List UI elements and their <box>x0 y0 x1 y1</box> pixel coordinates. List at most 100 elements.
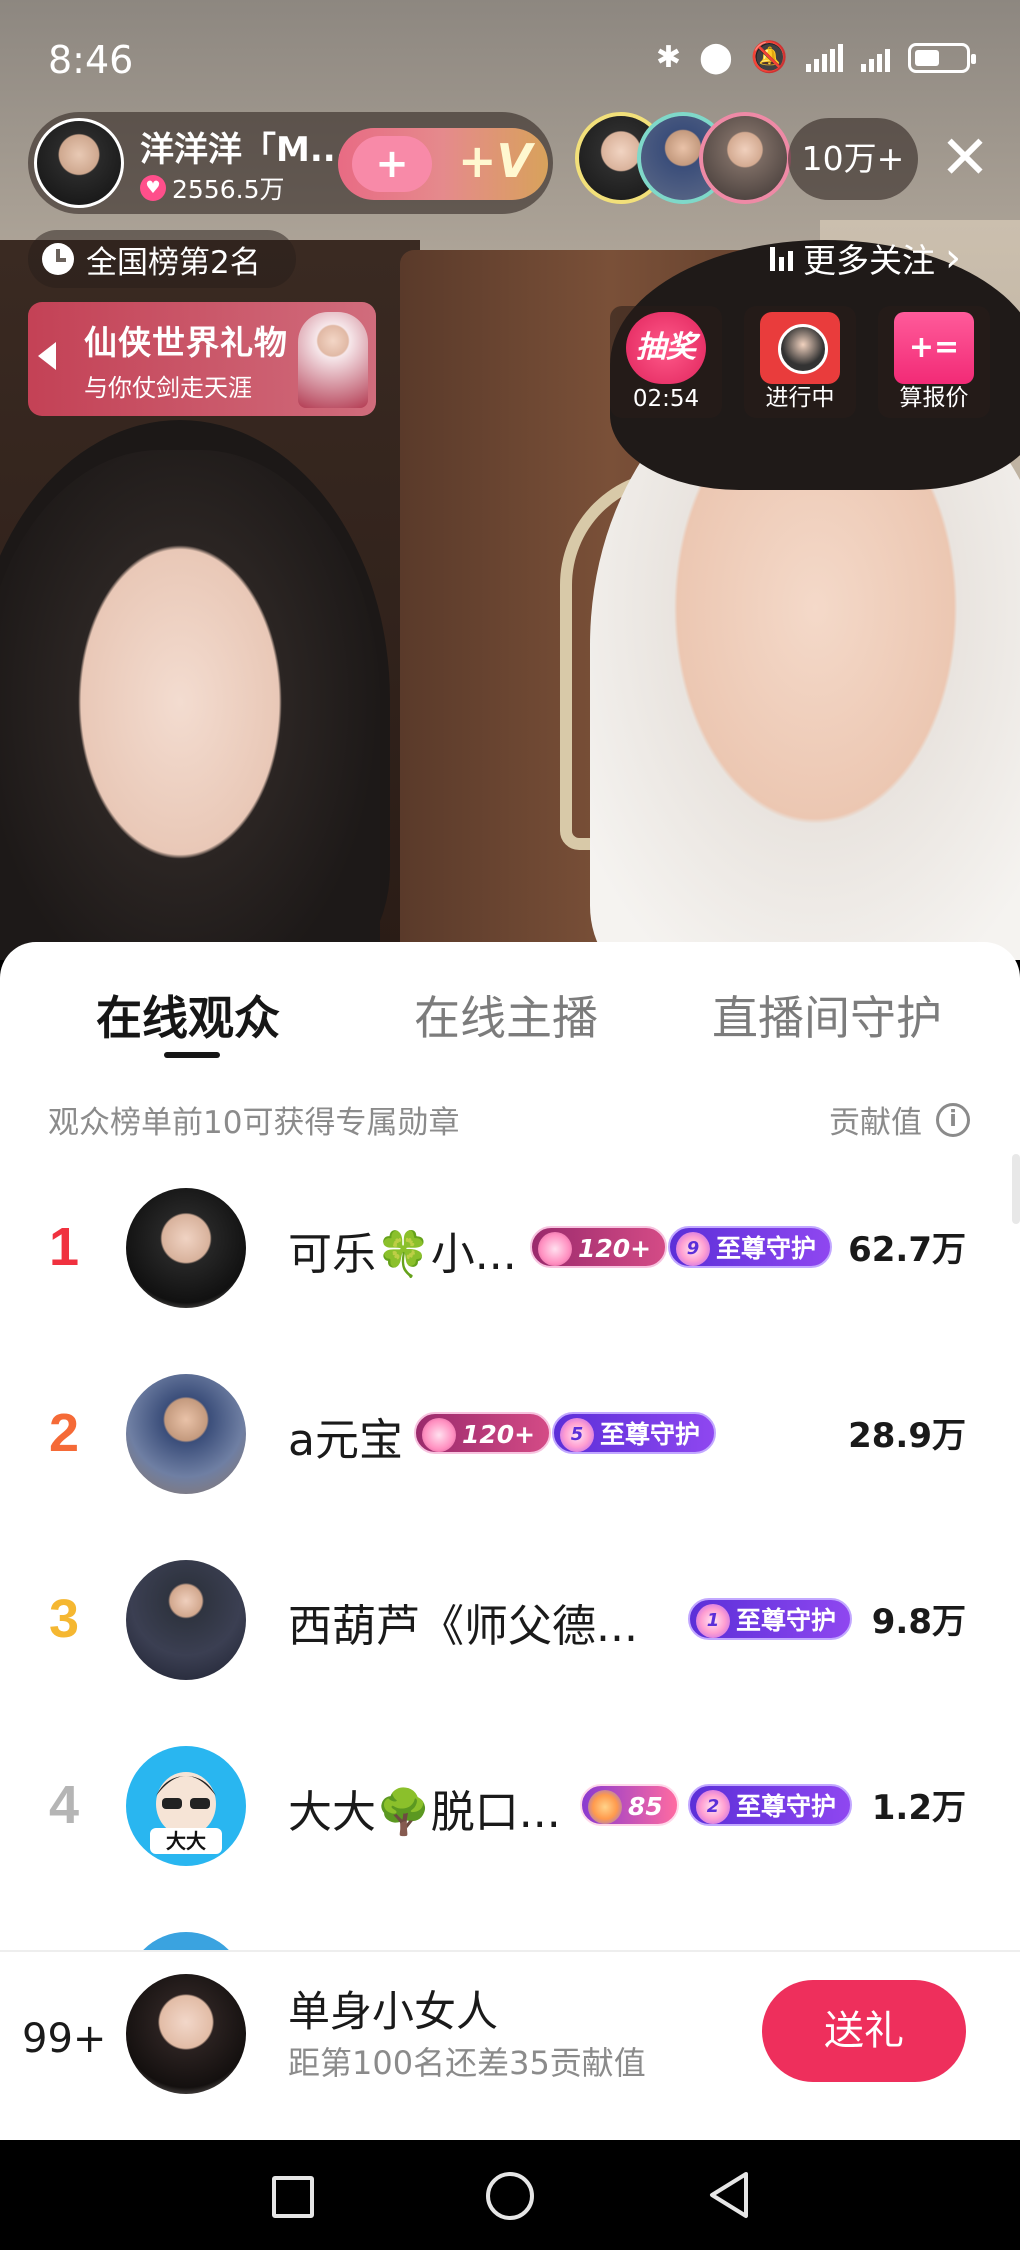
avatar[interactable] <box>126 1374 246 1494</box>
signal-icon-2 <box>861 44 890 72</box>
guard-shield-icon: 2 <box>696 1790 730 1824</box>
my-rank-gap: 距第100名还差35贡献值 <box>288 2044 646 2082</box>
home-icon[interactable] <box>486 2172 534 2220</box>
level-gem-icon <box>588 1790 622 1824</box>
level-value: 85 <box>628 1792 663 1821</box>
more-follow-button[interactable]: 更多关注 › <box>770 234 961 282</box>
pk-activity-label: 进行中 <box>765 385 835 411</box>
streamer-left <box>0 450 380 960</box>
clock-icon <box>42 243 74 275</box>
host-avatar[interactable] <box>34 118 124 208</box>
username: 可乐🍀小... <box>288 1229 517 1280</box>
send-gift-button[interactable]: 送礼 <box>762 1980 966 2082</box>
avatar[interactable] <box>126 1560 246 1680</box>
avatar[interactable]: 大大 <box>126 1746 246 1866</box>
heart-icon: ♥ <box>140 175 166 201</box>
guard-shield-icon: 5 <box>560 1418 594 1452</box>
rank-number: 4 <box>48 1775 80 1835</box>
leaderboard-row[interactable]: 2 a元宝 120+ 5 至尊守护 28.9万 <box>0 1342 1020 1528</box>
username: 大大🌳脱口... <box>288 1787 561 1838</box>
sheet-tabs: 在线观众 在线主播 直播间守护 <box>0 982 1020 1072</box>
close-icon[interactable]: ✕ <box>935 120 995 196</box>
battery-icon <box>908 42 976 73</box>
location-icon: ⬤ <box>699 40 733 75</box>
gift-event-banner[interactable]: 仙侠世界礼物 与你仗剑走天涯 <box>28 302 376 416</box>
more-follow-label: 更多关注 <box>803 241 935 280</box>
guard-shield-icon: 9 <box>676 1232 710 1266</box>
status-time: 8:46 <box>48 38 134 82</box>
guard-badge: 1 至尊守护 <box>688 1598 853 1640</box>
lottery-button[interactable]: 抽奖 02:54 <box>610 306 722 418</box>
banner-title: 仙侠世界礼物 <box>84 323 288 362</box>
quote-calculator-label: 算报价 <box>899 385 969 411</box>
leaderboard-row[interactable]: 3 西葫芦《师父德... 1 至尊守护 9.8万 <box>0 1528 1020 1714</box>
username: 西葫芦《师父德... <box>288 1601 638 1652</box>
guard-badge: 2 至尊守护 <box>688 1784 853 1826</box>
guard-badge: 5 至尊守护 <box>552 1412 717 1454</box>
viewer-count[interactable]: 10万+ <box>788 118 918 200</box>
level-value: 120+ <box>578 1234 652 1263</box>
arrow-left-icon <box>38 342 56 370</box>
system-nav-bar <box>0 2140 1020 2250</box>
host-info[interactable]: 洋洋洋「M... ♥ 2556.5万 + +V <box>28 112 553 214</box>
bar-chart-icon <box>770 245 793 271</box>
chevron-right-icon: › <box>945 235 961 281</box>
guard-shield-icon: 1 <box>696 1604 730 1638</box>
viewer-avatar[interactable] <box>699 112 791 204</box>
level-gem-icon <box>422 1418 456 1452</box>
national-rank-label: 全国榜第2名 <box>86 244 261 281</box>
host-likes: ♥ 2556.5万 <box>140 170 284 206</box>
pk-avatar-icon <box>760 312 840 384</box>
follow-button[interactable]: + +V <box>338 128 548 200</box>
calculator-icon: += <box>894 312 974 384</box>
lottery-icon: 抽奖 <box>626 312 706 384</box>
tab-room-guardians[interactable]: 直播间守护 <box>712 982 942 1048</box>
level-badge: 120+ <box>414 1412 552 1454</box>
host-name: 洋洋洋「M... <box>140 130 349 170</box>
national-rank-pill[interactable]: 全国榜第2名 <box>28 230 296 288</box>
recents-icon[interactable] <box>272 2176 314 2218</box>
cartoon-avatar-icon: 大大 <box>150 1772 222 1854</box>
leaderboard-row[interactable]: 1 可乐🍀小... 120+ 9 至尊守护 62.7万 <box>0 1156 1020 1342</box>
contribution-score: 62.7万 <box>848 1230 966 1270</box>
signal-icon <box>806 43 843 72</box>
host-likes-value: 2556.5万 <box>172 175 285 204</box>
contribution-header[interactable]: 贡献值 i <box>829 1097 970 1142</box>
guard-badge: 9 至尊守护 <box>668 1226 833 1268</box>
status-bar: 8:46 ✱ ⬤ 🔕 <box>0 0 1020 120</box>
banner-character-image <box>298 312 368 408</box>
pk-activity-button[interactable]: 进行中 <box>744 306 856 418</box>
avatar[interactable] <box>126 1188 246 1308</box>
status-icons: ✱ ⬤ 🔕 <box>655 40 976 75</box>
my-avatar[interactable] <box>126 1974 246 2094</box>
my-username: 单身小女人 <box>288 1987 499 2036</box>
guard-label: 至尊守护 <box>600 1420 701 1449</box>
rank-number: 2 <box>48 1403 80 1463</box>
guard-label: 至尊守护 <box>736 1792 837 1821</box>
back-icon[interactable] <box>706 2170 752 2220</box>
tab-online-audience[interactable]: 在线观众 <box>96 982 280 1048</box>
username: a元宝 <box>288 1415 403 1466</box>
leaderboard-row[interactable]: 4 大大 大大🌳脱口... 85 2 至尊守护 1.2万 <box>0 1714 1020 1900</box>
leaderboard-hint: 观众榜单前10可获得专属勋章 <box>48 1105 460 1141</box>
level-value: 120+ <box>462 1420 536 1449</box>
rank-number: 3 <box>48 1589 80 1649</box>
svg-text:大大: 大大 <box>166 1829 206 1853</box>
contribution-score: 9.8万 <box>871 1602 966 1642</box>
contribution-score: 28.9万 <box>848 1416 966 1456</box>
guard-label: 至尊守护 <box>716 1234 817 1263</box>
quote-calculator-button[interactable]: += 算报价 <box>878 306 990 418</box>
tab-online-hosts[interactable]: 在线主播 <box>414 982 598 1048</box>
mute-bell-icon: 🔕 <box>750 40 788 75</box>
level-badge: 120+ <box>530 1226 668 1268</box>
bluetooth-icon: ✱ <box>655 40 682 75</box>
guard-label: 至尊守护 <box>736 1606 837 1635</box>
contribution-score: 1.2万 <box>871 1788 966 1828</box>
my-rank: 99+ <box>22 2016 107 2062</box>
rank-number: 1 <box>48 1217 80 1277</box>
level-badge: 85 <box>580 1784 679 1826</box>
banner-subtitle: 与你仗剑走天涯 <box>84 374 252 402</box>
level-gem-icon <box>538 1232 572 1266</box>
top-viewers[interactable] <box>575 112 795 204</box>
info-icon[interactable]: i <box>936 1102 970 1137</box>
